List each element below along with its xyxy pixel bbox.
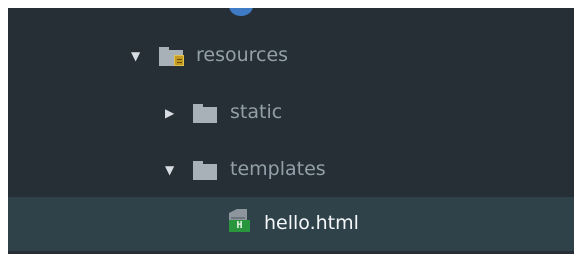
screenshot-panel: ▼ resources ▶ static ▼ templates H hello… — [0, 0, 576, 266]
tree-label-hello-html: hello.html — [264, 212, 359, 234]
folder-body-icon — [193, 107, 217, 123]
tree-row-static[interactable]: ▶ static — [8, 86, 574, 140]
expand-arrow-icon[interactable]: ▼ — [131, 48, 140, 64]
resource-folder-icon — [159, 47, 184, 66]
folder-icon — [193, 161, 217, 180]
html-file-icon: H — [229, 209, 252, 232]
tree-row-hello-html[interactable]: H hello.html — [8, 197, 574, 251]
tree-label-resources: resources — [196, 44, 289, 66]
html-badge-icon: H — [229, 220, 250, 232]
project-tree[interactable]: ▼ resources ▶ static ▼ templates H hello… — [8, 8, 574, 254]
folder-icon — [193, 104, 217, 123]
top-status-dot — [229, 8, 253, 16]
document-line-icon — [231, 217, 245, 219]
resource-marker-icon — [174, 55, 184, 66]
tree-label-static: static — [230, 101, 283, 123]
collapsed-arrow-icon[interactable]: ▶ — [165, 105, 174, 121]
folder-body-icon — [193, 164, 217, 180]
expand-arrow-icon[interactable]: ▼ — [165, 162, 174, 178]
tree-row-templates[interactable]: ▼ templates — [8, 143, 574, 197]
tree-row-resources[interactable]: ▼ resources — [8, 29, 574, 83]
tree-label-templates: templates — [230, 158, 326, 180]
